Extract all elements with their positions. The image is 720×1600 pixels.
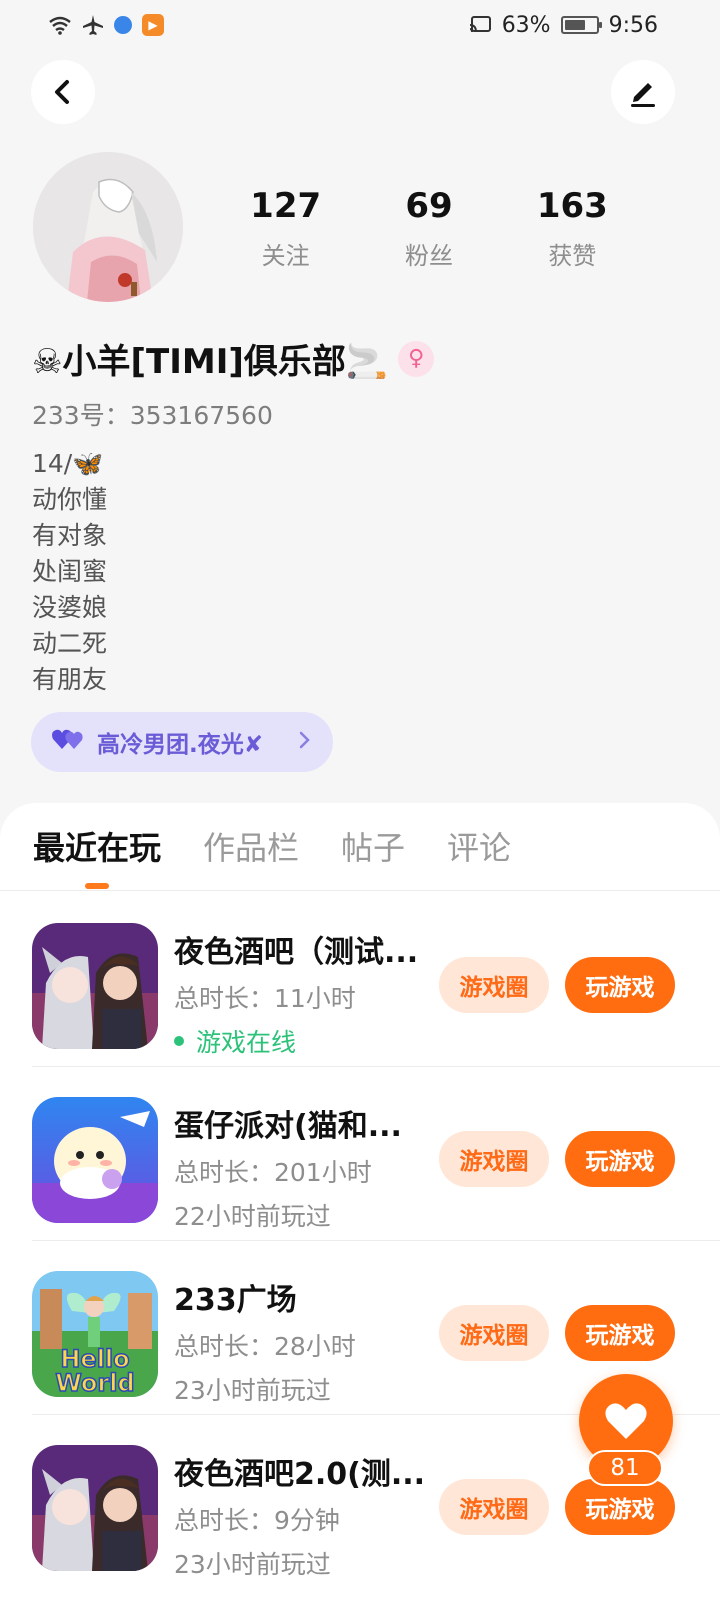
game-status-text: 22小时前玩过 [174,1202,331,1231]
stat-value: 69 [405,186,453,226]
game-icon[interactable] [32,923,158,1049]
game-info: 夜色酒吧（测试... 总时长：11小时 游戏在线 [174,927,434,1059]
svg-text:World: World [55,1369,134,1397]
video-app-icon: ▶ [142,14,164,36]
clock: 9:56 [608,12,658,38]
stat-label: 获赞 [548,242,597,270]
tab-recently-played[interactable]: 最近在玩 [33,823,161,889]
game-circle-button[interactable]: 游戏圈 [439,1131,549,1187]
like-count-badge: 81 [587,1450,663,1486]
tab-comments[interactable]: 评论 [447,823,511,889]
status-right: 63% 9:56 [468,13,658,38]
nickname: ☠小羊[TIMI]俱乐部🚬 [32,342,389,382]
bio-line: 没婆娘 [32,593,108,622]
gender-female-icon: ♀ [398,340,435,377]
game-status: 23小时前玩过 [174,1371,434,1407]
game-info: 蛋仔派对(猫和... 总时长：201小时 22小时前玩过 [174,1101,434,1233]
play-game-button[interactable]: 玩游戏 [565,1305,675,1361]
game-status-text: 23小时前玩过 [174,1376,331,1405]
double-heart-icon [51,727,85,758]
game-icon[interactable] [32,1097,158,1223]
play-game-button[interactable]: 玩游戏 [565,1131,675,1187]
game-status-text: 游戏在线 [196,1028,297,1057]
game-status: 游戏在线 [174,1023,434,1059]
play-game-button[interactable]: 玩游戏 [565,1479,675,1535]
game-duration: 总时长：28小时 [174,1332,356,1361]
airplane-icon [82,14,104,36]
game-info: 233广场 总时长：28小时 23小时前玩过 [174,1275,434,1407]
game-status: 22小时前玩过 [174,1197,434,1233]
cast-icon [468,15,492,35]
bio-line: 有对象 [32,521,108,550]
bio-line: 14/🦋 [32,449,104,478]
group-name: 高冷男团.夜光✘ [97,732,264,758]
nickname-row: ☠小羊[TIMI]俱乐部🚬 ♀ [32,334,435,383]
edit-profile-button[interactable] [611,60,675,124]
tab-posts[interactable]: 帖子 [341,823,405,889]
status-left: ▶ [48,14,164,36]
play-game-button[interactable]: 玩游戏 [565,957,675,1013]
heart-icon [605,1403,647,1439]
game-name: 蛋仔派对(猫和... [174,1109,402,1144]
list-item[interactable]: 蛋仔派对(猫和... 总时长：201小时 22小时前玩过 游戏圈 玩游戏 [0,1067,720,1241]
list-item[interactable]: 夜色酒吧（测试... 总时长：11小时 游戏在线 游戏圈 玩游戏 [0,893,720,1067]
battery-icon [560,16,602,34]
wifi-icon [48,15,72,35]
game-name: 夜色酒吧2.0(测... [174,1457,426,1492]
game-circle-button[interactable]: 游戏圈 [439,1305,549,1361]
game-icon[interactable] [32,1445,158,1571]
divider [0,890,720,891]
group-badge-button[interactable]: 高冷男团.夜光✘ [31,712,333,772]
chevron-right-icon [297,727,313,757]
stat-value: 127 [250,186,322,226]
stat-label: 粉丝 [404,242,453,270]
game-icon[interactable]: Hello World [32,1271,158,1397]
stat-following[interactable]: 127 关注 [214,186,357,271]
bio-line: 动二死 [32,629,108,658]
online-dot-icon [174,1036,184,1046]
game-info: 夜色酒吧2.0(测... 总时长：9分钟 23小时前玩过 [174,1449,434,1581]
browser-app-icon [114,16,132,34]
tab-works[interactable]: 作品栏 [203,823,299,889]
tab-bar: 最近在玩 作品栏 帖子 评论 [0,823,720,889]
bio-line: 有朋友 [32,665,108,694]
game-status-text: 23小时前玩过 [174,1550,331,1579]
bio: 14/🦋 动你懂 有对象 处闺蜜 没婆娘 动二死 有朋友 [32,446,107,698]
stat-value: 163 [536,186,608,226]
avatar[interactable] [33,152,183,302]
stat-likes[interactable]: 163 获赞 [501,186,644,271]
stat-followers[interactable]: 69 粉丝 [357,186,500,271]
user-id: 233号：353167560 [32,401,273,430]
battery-percent: 63% [501,12,551,38]
game-name: 夜色酒吧（测试... [174,935,419,970]
bio-line: 处闺蜜 [32,557,108,586]
profile-stats: 127 关注 69 粉丝 163 获赞 [214,186,644,271]
game-duration: 总时长：9分钟 [174,1506,340,1535]
back-button[interactable] [31,60,95,124]
chevron-left-icon [55,80,69,104]
status-bar: ▶ 63% 9:56 [0,0,720,50]
game-name: 233广场 [174,1283,297,1318]
game-circle-button[interactable]: 游戏圈 [439,1479,549,1535]
game-circle-button[interactable]: 游戏圈 [439,957,549,1013]
game-status: 23小时前玩过 [174,1545,434,1581]
bio-line: 动你懂 [32,485,108,514]
pen-icon [631,83,655,107]
game-duration: 总时长：11小时 [174,984,356,1013]
game-duration: 总时长：201小时 [174,1158,372,1187]
stat-label: 关注 [261,242,310,270]
